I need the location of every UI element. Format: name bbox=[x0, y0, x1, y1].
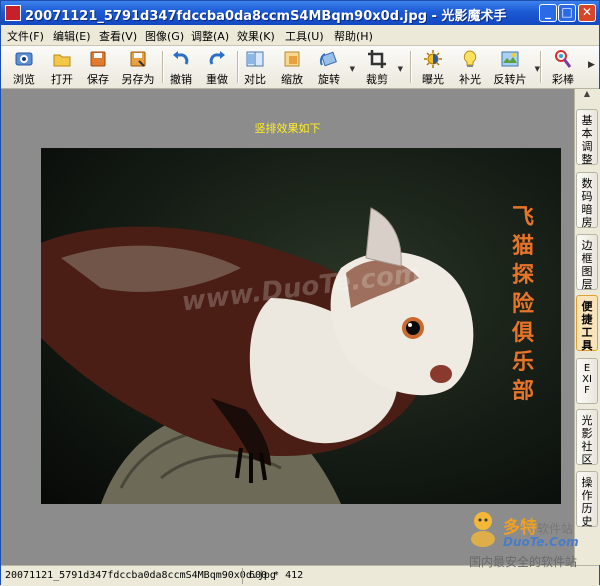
status-filename: 20071121_5791d347fdccba0da8ccmS4MBqm90x0… bbox=[5, 570, 276, 581]
compare-label: 对比 bbox=[244, 73, 266, 86]
reversal-film-button[interactable]: 反转片 ▼ bbox=[488, 48, 540, 86]
reversal-film-icon bbox=[501, 51, 519, 67]
tab-exif-label: EXIF bbox=[582, 363, 592, 396]
sidebar-scroll-up-icon[interactable]: ▲ bbox=[575, 89, 599, 101]
tab-community[interactable]: 光影社区 bbox=[576, 409, 598, 466]
site-logo-slogan: 国内最安全的软件站 bbox=[469, 555, 578, 569]
menu-file[interactable]: 文件(F) bbox=[7, 28, 44, 44]
site-logo-url: DuoTe.Com bbox=[503, 535, 579, 549]
save-icon bbox=[90, 51, 106, 67]
tab-border-layer[interactable]: 边框图层 bbox=[576, 234, 598, 291]
save-as-button[interactable]: 另存为 bbox=[116, 48, 160, 86]
menu-edit[interactable]: 编辑(E) bbox=[53, 28, 91, 44]
browse-button[interactable]: 浏览 bbox=[4, 48, 44, 86]
crop-button[interactable]: 裁剪 ▼ bbox=[357, 48, 403, 86]
save-button[interactable]: 保存 bbox=[78, 48, 118, 86]
menu-bar: 文件(F) 编辑(E) 查看(V) 图像(G) 调整(A) 效果(K) 工具(U… bbox=[1, 25, 599, 46]
color-wand-icon bbox=[555, 50, 572, 68]
window-title: 20071121_5791d347fdccba0da8ccmS4MBqm90x0… bbox=[25, 9, 507, 24]
rotate-button[interactable]: 旋转 ▼ bbox=[309, 48, 355, 86]
site-logo-suffix: 软件站 bbox=[537, 522, 574, 536]
menu-image[interactable]: 图像(G) bbox=[145, 28, 184, 44]
color-wand-label: 彩棒 bbox=[552, 73, 574, 86]
rotate-label: 旋转 bbox=[318, 73, 340, 86]
color-wand-button[interactable]: 彩棒 bbox=[543, 48, 583, 86]
tab-basic-adjust[interactable]: 基本调整 bbox=[576, 109, 598, 166]
menu-tools[interactable]: 工具(U) bbox=[285, 28, 324, 44]
close-button[interactable]: ✕ bbox=[578, 4, 596, 22]
compare-button[interactable]: 对比 bbox=[235, 48, 275, 86]
open-folder-icon bbox=[53, 54, 71, 67]
compare-icon bbox=[246, 51, 264, 67]
status-dimensions: 600 * 412 bbox=[249, 570, 304, 581]
save-as-label: 另存为 bbox=[121, 73, 155, 86]
open-button[interactable]: 打开 bbox=[42, 48, 82, 86]
app-window: 20071121_5791d347fdccba0da8ccmS4MBqm90x0… bbox=[0, 0, 600, 586]
crop-label: 裁剪 bbox=[366, 73, 388, 86]
zoom-button[interactable]: 缩放 bbox=[272, 48, 312, 86]
squirrel-illustration bbox=[41, 207, 474, 504]
site-logo-watermark: 多特软件站 DuoTe.Com 国内最安全的软件站 bbox=[463, 509, 600, 585]
zoom-label: 缩放 bbox=[281, 73, 303, 86]
status-separator bbox=[242, 568, 243, 584]
redo-button[interactable]: 重做 bbox=[197, 48, 237, 86]
tab-digital-darkroom[interactable]: 数码暗房 bbox=[576, 172, 598, 229]
redo-label: 重做 bbox=[206, 73, 228, 86]
fill-light-label: 补光 bbox=[459, 73, 481, 86]
undo-button[interactable]: 撤销 bbox=[161, 48, 201, 86]
tab-exif[interactable]: EXIF bbox=[576, 358, 598, 404]
tab-quick-tools[interactable]: 便捷工具 bbox=[576, 295, 598, 352]
menu-effects[interactable]: 效果(K) bbox=[237, 28, 275, 44]
mascot-icon bbox=[471, 512, 495, 547]
exposure-label: 曝光 bbox=[422, 73, 444, 86]
rotate-dropdown-arrow-icon[interactable]: ▼ bbox=[350, 65, 355, 73]
main-toolbar: 浏览 打开 保存 另存为 撤销 重做 对比 缩放 旋转 ▼ 裁剪 ▼ 曝光 补光… bbox=[1, 46, 599, 89]
save-as-icon bbox=[130, 51, 146, 67]
maximize-button[interactable]: □ bbox=[558, 4, 576, 22]
fill-light-button[interactable]: 补光 bbox=[450, 48, 490, 86]
vertical-overlay-text: 飞猫探险俱乐部 bbox=[511, 204, 534, 404]
canvas-caption: 竖排效果如下 bbox=[254, 122, 321, 135]
app-logo-icon[interactable] bbox=[5, 5, 21, 21]
photo-squirrel[interactable]: www.DuoTe.com 飞猫探险俱乐部 bbox=[41, 148, 561, 504]
browse-label: 浏览 bbox=[13, 73, 35, 86]
exposure-icon bbox=[424, 50, 442, 68]
zoom-icon bbox=[284, 51, 300, 67]
exposure-button[interactable]: 曝光 bbox=[413, 48, 453, 86]
toolbar-overflow-arrow-icon[interactable]: ▶ bbox=[588, 60, 595, 70]
redo-icon bbox=[209, 51, 225, 65]
menu-help[interactable]: 帮助(H) bbox=[334, 28, 373, 44]
undo-icon bbox=[173, 51, 189, 65]
minimize-button[interactable]: _ bbox=[539, 4, 557, 22]
browse-icon bbox=[15, 52, 33, 66]
right-panel-tabs: ▲ 基本调整 数码暗房 边框图层 便捷工具 EXIF 光影社区 操作历史 bbox=[574, 89, 600, 565]
image-canvas[interactable]: 竖排效果如下 www.DuoTe.com 飞猫探险俱乐部 bbox=[1, 89, 574, 565]
toolbar-separator bbox=[410, 51, 412, 83]
title-bar[interactable]: 20071121_5791d347fdccba0da8ccmS4MBqm90x0… bbox=[1, 1, 599, 25]
crop-icon bbox=[368, 50, 386, 68]
menu-adjust[interactable]: 调整(A) bbox=[191, 28, 229, 44]
rotate-icon bbox=[319, 51, 337, 67]
crop-dropdown-arrow-icon[interactable]: ▼ bbox=[398, 65, 403, 73]
save-label: 保存 bbox=[87, 73, 109, 86]
reversal-film-label: 反转片 bbox=[493, 73, 527, 86]
menu-view[interactable]: 查看(V) bbox=[99, 28, 137, 44]
open-label: 打开 bbox=[51, 73, 73, 86]
toolbar-separator bbox=[540, 51, 542, 83]
undo-label: 撤销 bbox=[170, 73, 192, 86]
fill-light-icon bbox=[463, 50, 477, 67]
